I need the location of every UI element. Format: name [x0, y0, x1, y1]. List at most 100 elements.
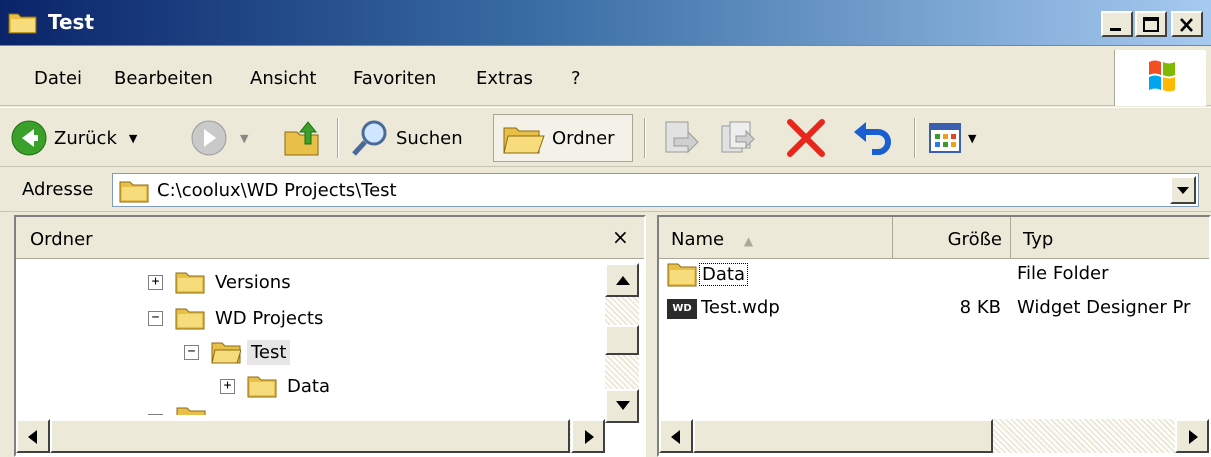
- move-to-button[interactable]: [660, 114, 700, 162]
- folders-vertical-scrollbar[interactable]: [605, 263, 639, 423]
- minimize-icon: [1110, 28, 1121, 31]
- scroll-right-button[interactable]: [1175, 419, 1209, 453]
- address-dropdown-button[interactable]: [1170, 176, 1196, 204]
- chevron-left-icon: [671, 430, 680, 444]
- up-folder-icon: [284, 121, 319, 156]
- wd-file-icon: WD: [667, 299, 697, 319]
- address-input[interactable]: C:\coolux\WD Projects\Test: [112, 173, 1199, 207]
- maximize-button[interactable]: [1135, 11, 1167, 37]
- collapse-icon[interactable]: −: [148, 310, 163, 326]
- folder-icon: [175, 308, 205, 330]
- scroll-thumb[interactable]: [693, 419, 993, 453]
- folders-pane-header: Ordner ×: [16, 217, 644, 259]
- tree-item-label: Versions: [215, 271, 291, 293]
- scroll-thumb[interactable]: [605, 325, 639, 355]
- back-label: Zurück: [54, 127, 117, 149]
- menu-bar: Datei Bearbeiten Ansicht Favoriten Extra…: [0, 50, 1211, 106]
- folder-icon: [8, 13, 37, 34]
- folder-icon: [175, 272, 205, 294]
- tree-item-partial: [148, 405, 268, 415]
- back-arrow-icon: [11, 120, 47, 156]
- copy-to-button[interactable]: [718, 114, 758, 162]
- tree-item-label: WD Projects: [215, 307, 324, 329]
- back-button[interactable]: Zurück ▼: [10, 114, 137, 162]
- scroll-right-button[interactable]: [571, 419, 605, 453]
- forward-button[interactable]: ▼: [190, 114, 248, 162]
- tree-item-versions[interactable]: + Versions: [148, 265, 295, 299]
- folder-icon: [176, 407, 206, 415]
- views-button[interactable]: ▼: [928, 114, 976, 162]
- tree-item-data[interactable]: + Data: [220, 369, 334, 403]
- folder-icon: [503, 127, 545, 154]
- undo-icon: [854, 122, 891, 155]
- folders-horizontal-scrollbar[interactable]: [16, 419, 605, 453]
- menu-help[interactable]: ?: [571, 68, 581, 89]
- file-type: File Folder: [1017, 263, 1109, 284]
- tree-item-test[interactable]: − Test: [184, 335, 291, 369]
- scroll-thumb[interactable]: [50, 419, 570, 453]
- collapse-icon[interactable]: −: [184, 344, 199, 360]
- close-icon: [1180, 18, 1193, 32]
- menu-extras[interactable]: Extras: [476, 68, 533, 89]
- chevron-right-icon: [1189, 430, 1198, 444]
- menu-bearbeiten[interactable]: Bearbeiten: [114, 68, 213, 89]
- window-title: Test: [48, 10, 95, 34]
- file-row[interactable]: Data File Folder: [659, 259, 1199, 291]
- scroll-left-button[interactable]: [659, 419, 693, 453]
- open-folder-icon: [211, 342, 241, 364]
- folders-pane-title: Ordner: [30, 229, 93, 250]
- copy-to-icon: [721, 121, 755, 153]
- expand-icon[interactable]: +: [148, 274, 163, 290]
- toolbar-separator: [914, 118, 916, 158]
- file-list-horizontal-scrollbar[interactable]: [659, 419, 1209, 453]
- search-icon: [352, 120, 387, 156]
- minimize-button[interactable]: [1101, 11, 1133, 37]
- menu-ansicht[interactable]: Ansicht: [250, 68, 316, 89]
- scroll-up-button[interactable]: [605, 263, 639, 297]
- scroll-left-button[interactable]: [16, 419, 50, 453]
- address-label: Adresse: [22, 179, 94, 200]
- close-button[interactable]: [1171, 11, 1203, 37]
- views-dropdown-icon[interactable]: ▼: [968, 132, 976, 145]
- file-name: Test.wdp: [701, 297, 780, 318]
- views-icon: [929, 123, 961, 153]
- address-path: C:\coolux\WD Projects\Test: [157, 180, 397, 201]
- maximize-icon: [1143, 17, 1159, 32]
- column-header-name[interactable]: Name ▲: [659, 217, 893, 259]
- up-folder-button[interactable]: [282, 114, 322, 162]
- tree-item-wd-projects[interactable]: − WD Projects: [148, 301, 327, 335]
- delete-button[interactable]: [784, 114, 828, 162]
- menu-favoriten[interactable]: Favoriten: [353, 68, 436, 89]
- search-label: Suchen: [396, 127, 463, 149]
- undo-button[interactable]: [850, 114, 894, 162]
- folder-icon: [119, 181, 149, 203]
- title-bar: Test: [0, 0, 1211, 46]
- column-header-type[interactable]: Typ: [1011, 217, 1211, 259]
- menu-datei[interactable]: Datei: [34, 68, 82, 89]
- forward-dropdown-icon[interactable]: ▼: [240, 132, 248, 145]
- file-row[interactable]: WD Test.wdp 8 KB Widget Designer Pr: [659, 293, 1199, 325]
- tree-item-label: Test: [247, 339, 291, 365]
- close-icon[interactable]: ×: [612, 225, 629, 249]
- address-bar: Adresse C:\coolux\WD Projects\Test: [0, 168, 1211, 212]
- chevron-up-icon: [616, 276, 630, 285]
- move-to-icon: [665, 121, 699, 154]
- sort-ascending-icon: ▲: [743, 234, 754, 248]
- file-list-pane: Name ▲ Größe Typ Data File Folder WD Tes…: [657, 215, 1211, 457]
- tree-item-label: Data: [287, 375, 330, 397]
- expand-icon[interactable]: +: [220, 378, 235, 394]
- folders-pane: Ordner × + Versions − WD Projects − Test…: [14, 215, 646, 457]
- chevron-down-icon: [1177, 187, 1189, 194]
- search-button[interactable]: Suchen: [350, 114, 463, 162]
- folders-label: Ordner: [552, 127, 615, 149]
- toolbar-separator: [337, 118, 339, 158]
- file-size: 8 KB: [959, 297, 1001, 318]
- folders-button[interactable]: Ordner: [493, 114, 633, 162]
- file-type: Widget Designer Pr: [1017, 297, 1191, 318]
- back-dropdown-icon[interactable]: ▼: [129, 132, 137, 145]
- column-header-size[interactable]: Größe: [893, 217, 1011, 259]
- column-size-label: Größe: [947, 229, 1002, 250]
- file-name: Data: [699, 263, 748, 286]
- scroll-down-button[interactable]: [605, 389, 639, 423]
- chevron-right-icon: [585, 430, 594, 444]
